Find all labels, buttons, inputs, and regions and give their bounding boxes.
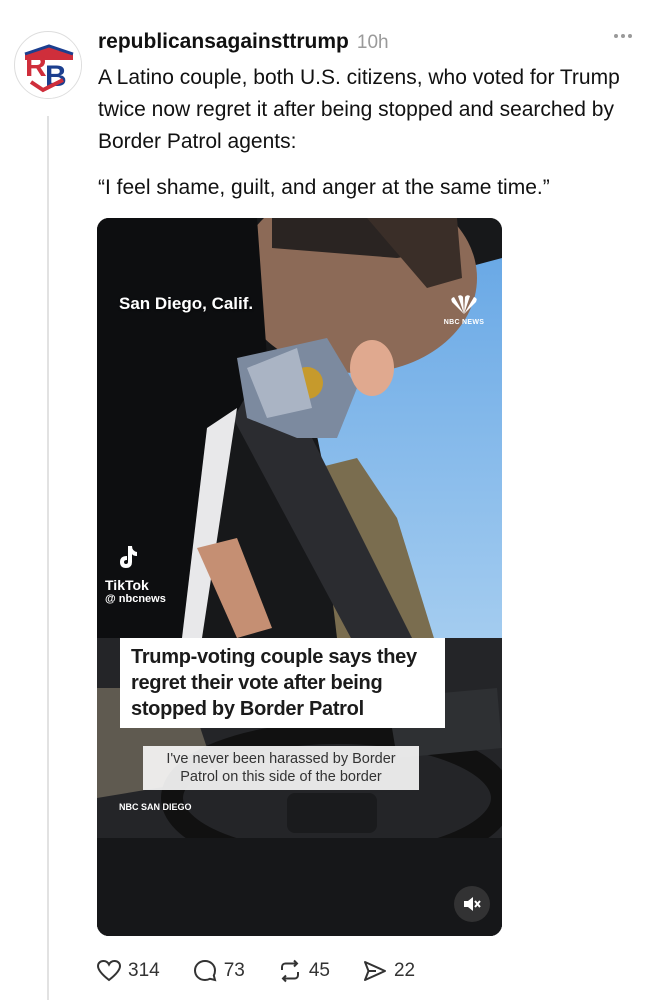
username[interactable]: republicansagainsttrump	[98, 30, 349, 54]
mute-button[interactable]	[454, 886, 490, 922]
tiktok-name: TikTok	[105, 577, 149, 593]
tiktok-icon	[120, 546, 137, 568]
video-player[interactable]: San Diego, Calif. NBC NEWS TikTok @ nbcn…	[97, 218, 502, 936]
video-location: San Diego, Calif.	[119, 294, 254, 313]
nbc-peacock-icon	[451, 295, 477, 314]
thread-post: R B republicansagainsttrump 10h A Latino…	[0, 0, 654, 1000]
post-body: A Latino couple, both U.S. citizens, who…	[98, 66, 620, 153]
station-label: NBC SAN DIEGO	[119, 802, 192, 812]
avatar-logo: R B	[16, 33, 81, 98]
share-count: 22	[393, 960, 416, 981]
post-time: 10h	[356, 32, 389, 53]
reply-count: 73	[223, 960, 245, 981]
repost-button[interactable]: 45	[277, 958, 330, 984]
like-button[interactable]: 314	[96, 958, 160, 984]
repost-icon	[280, 959, 299, 983]
tiktok-watermark: TikTok @ nbcnews	[105, 544, 166, 605]
svg-text:R: R	[25, 50, 47, 83]
video-headline: Trump-voting couple says they regret the…	[120, 638, 445, 728]
thread-line	[47, 116, 49, 1000]
more-icon[interactable]	[614, 34, 632, 38]
mute-icon	[464, 897, 481, 911]
comment-icon	[193, 959, 217, 982]
heart-icon	[96, 959, 122, 982]
share-icon	[363, 961, 386, 981]
nbc-news-label: NBC NEWS	[443, 319, 485, 326]
post-actions: 314 73 45 22	[96, 956, 447, 986]
share-button[interactable]: 22	[362, 958, 415, 984]
nbc-news-logo: NBC NEWS	[442, 294, 486, 326]
post-quote: “I feel shame, guilt, and anger at the s…	[98, 176, 550, 199]
video-caption: I've never been harassed by Border Patro…	[143, 746, 419, 790]
post-header: republicansagainsttrump 10h	[98, 30, 634, 58]
tiktok-handle: @ nbcnews	[105, 593, 166, 605]
repost-count: 45	[308, 960, 330, 981]
reply-button[interactable]: 73	[192, 958, 245, 984]
like-count: 314	[128, 960, 160, 981]
avatar[interactable]: R B	[14, 31, 82, 99]
